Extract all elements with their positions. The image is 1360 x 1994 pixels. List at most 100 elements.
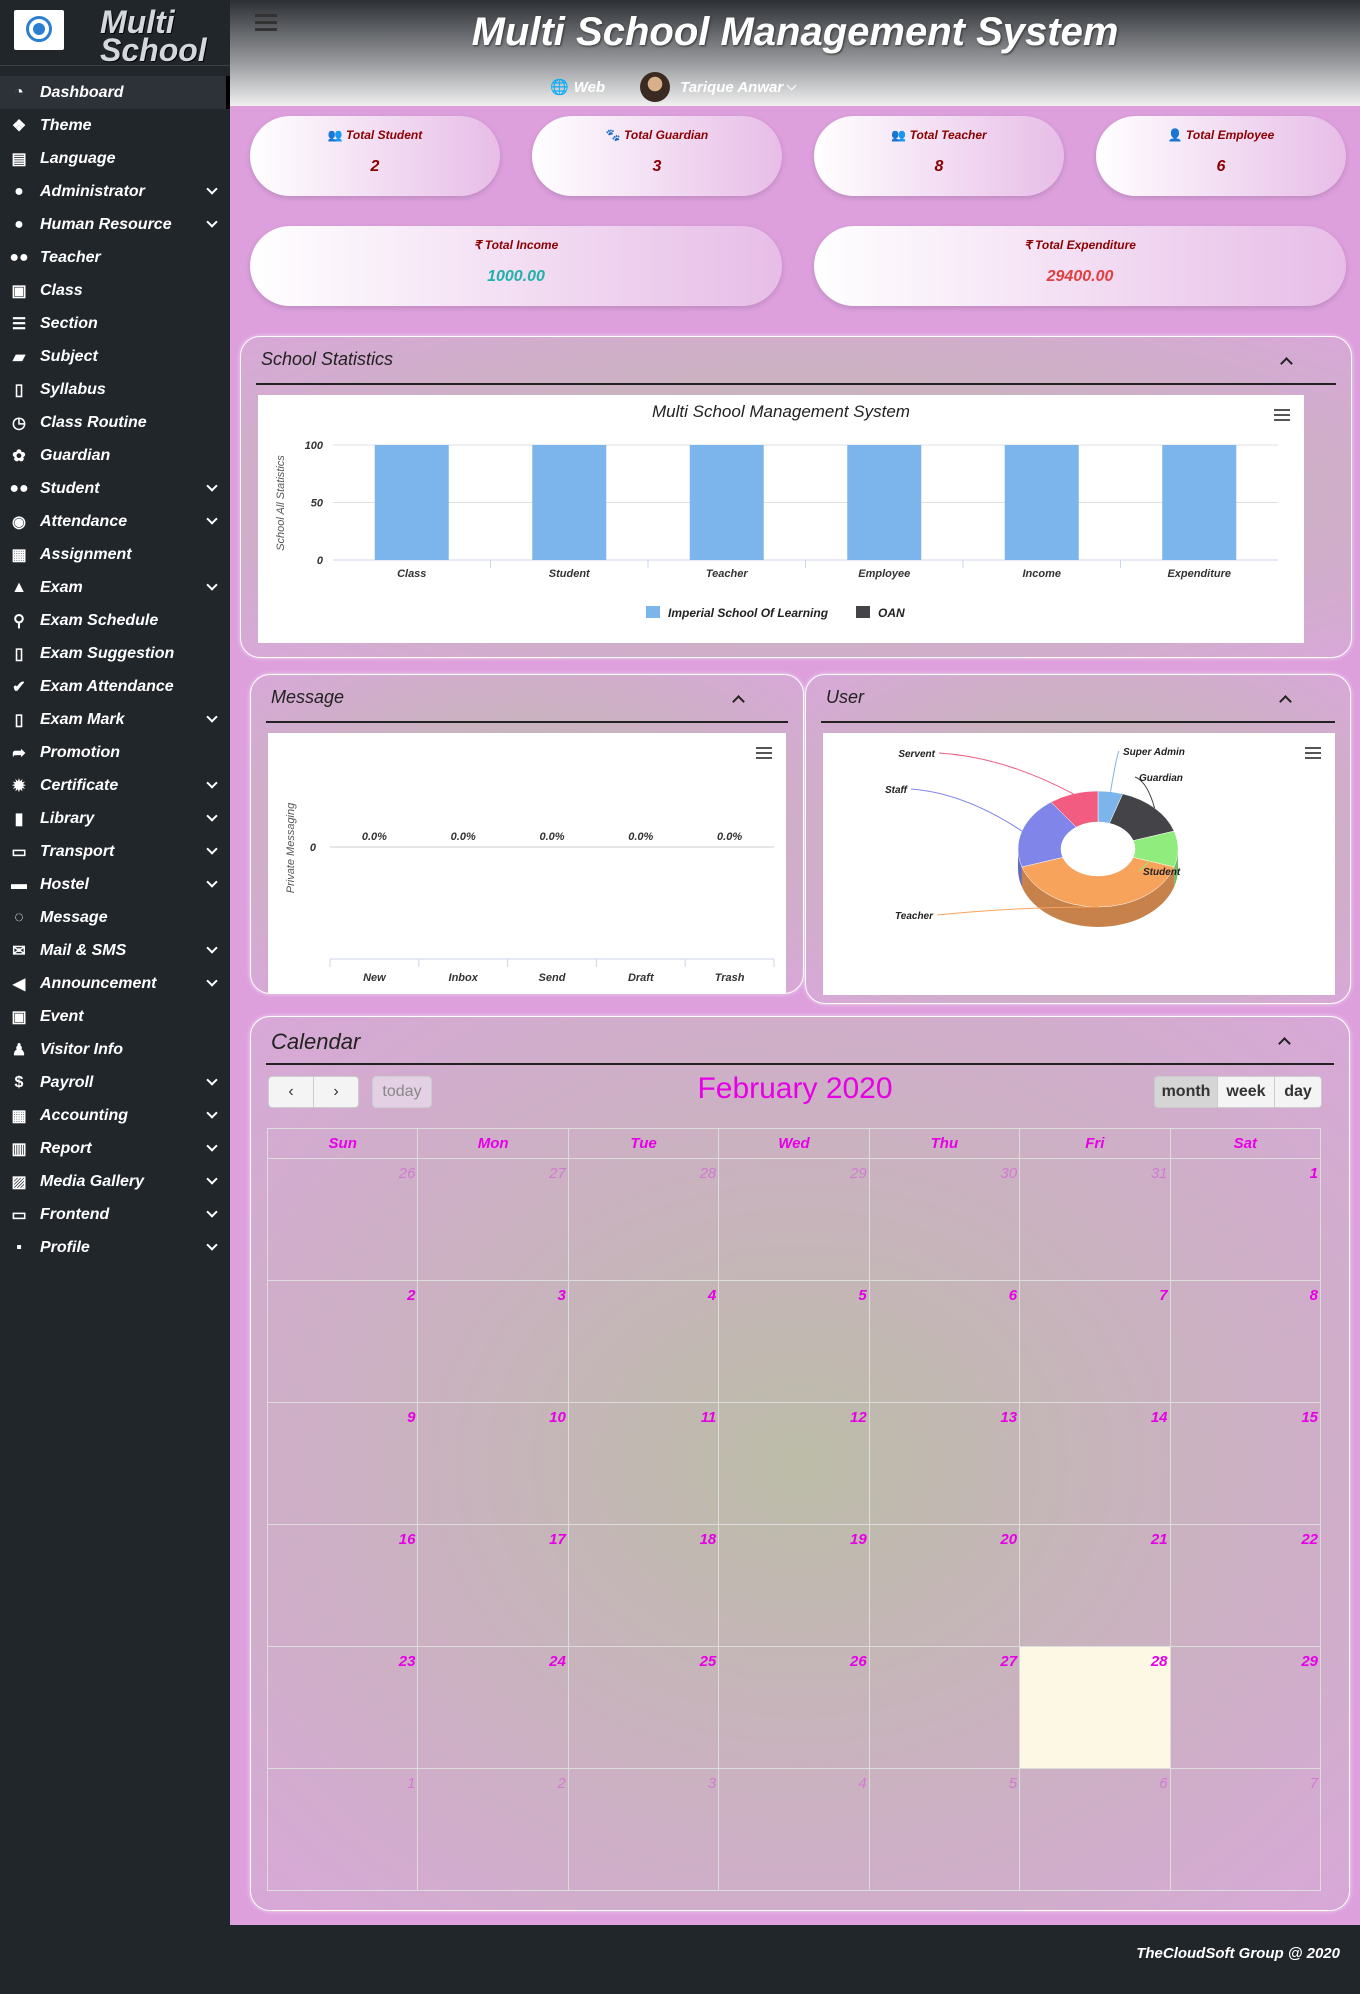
calendar-day-cell[interactable]: 6	[868, 1280, 1021, 1403]
calendar-day-cell[interactable]: 27	[417, 1158, 569, 1281]
legend-swatch[interactable]	[646, 606, 660, 618]
chevron-down-icon[interactable]	[206, 183, 218, 195]
calendar-day-cell[interactable]: 17	[417, 1524, 569, 1647]
sidebar-item-announcement[interactable]: ◀ Announcement	[0, 967, 230, 1000]
sidebar-item-mail-sms[interactable]: ✉ Mail & SMS	[0, 934, 230, 967]
calendar-day-cell[interactable]: 19	[718, 1524, 870, 1647]
calendar-day-cell[interactable]: 18	[567, 1524, 720, 1647]
bar[interactable]	[1004, 445, 1079, 560]
chevron-down-icon[interactable]	[206, 480, 218, 492]
sidebar-item-guardian[interactable]: ✿ Guardian	[0, 439, 230, 472]
chevron-down-icon[interactable]	[206, 975, 218, 987]
calendar-day-cell[interactable]: 29	[718, 1158, 870, 1281]
bar[interactable]	[532, 445, 607, 560]
sidebar-item-transport[interactable]: ▭ Transport	[0, 835, 230, 868]
sidebar-item-certificate[interactable]: ✹ Certificate	[0, 769, 230, 802]
chevron-down-icon[interactable]	[206, 1173, 218, 1185]
sidebar-item-hostel[interactable]: ▬ Hostel	[0, 868, 230, 901]
chevron-down-icon[interactable]	[206, 513, 218, 525]
collapse-icon[interactable]	[1279, 695, 1292, 708]
bar[interactable]	[1162, 445, 1237, 560]
chevron-down-icon[interactable]	[206, 843, 218, 855]
sidebar-item-syllabus[interactable]: ▯ Syllabus	[0, 373, 230, 406]
chevron-down-icon[interactable]	[206, 1239, 218, 1251]
calendar-day-cell[interactable]: 5	[868, 1768, 1021, 1891]
sidebar-item-subject[interactable]: ▰ Subject	[0, 340, 230, 373]
sidebar-item-class[interactable]: ▣ Class	[0, 274, 230, 307]
calendar-day-cell[interactable]: 9	[266, 1402, 419, 1525]
chevron-down-icon[interactable]	[206, 1140, 218, 1152]
chevron-down-icon[interactable]	[206, 942, 218, 954]
sidebar-item-library[interactable]: ▮ Library	[0, 802, 230, 835]
chevron-down-icon[interactable]	[206, 216, 218, 228]
sidebar-item-exam-mark[interactable]: ▯ Exam Mark	[0, 703, 230, 736]
chevron-down-icon[interactable]	[786, 80, 797, 90]
sidebar-item-promotion[interactable]: ➦ Promotion	[0, 736, 230, 769]
calendar-day-cell[interactable]: 6	[1019, 1768, 1171, 1891]
calendar-day-cell[interactable]: 31	[1019, 1158, 1171, 1281]
sidebar-item-message[interactable]: ◌ Message	[0, 901, 230, 934]
calendar-day-cell[interactable]: 3	[417, 1280, 569, 1403]
calendar-view-day[interactable]: day	[1274, 1076, 1322, 1108]
calendar-day-cell[interactable]: 29	[1169, 1646, 1322, 1769]
sidebar-item-section[interactable]: ☰ Section	[0, 307, 230, 340]
calendar-view-month[interactable]: month	[1154, 1076, 1218, 1108]
legend-swatch[interactable]	[856, 606, 870, 618]
calendar-day-cell[interactable]: 27	[868, 1646, 1021, 1769]
chevron-down-icon[interactable]	[206, 777, 218, 789]
calendar-day-cell[interactable]: 14	[1019, 1402, 1171, 1525]
sidebar-item-exam-suggestion[interactable]: ▯ Exam Suggestion	[0, 637, 230, 670]
calendar-day-cell[interactable]: 11	[567, 1402, 720, 1525]
calendar-view-week[interactable]: week	[1217, 1076, 1275, 1108]
calendar-day-cell[interactable]: 12	[718, 1402, 870, 1525]
calendar-day-cell[interactable]: 15	[1169, 1402, 1322, 1525]
sidebar-item-student[interactable]: ●● Student	[0, 472, 230, 505]
avatar[interactable]	[640, 72, 671, 102]
calendar-day-cell[interactable]: 28	[567, 1158, 720, 1281]
sidebar-item-dashboard[interactable]: ◔ Dashboard	[0, 76, 230, 109]
calendar-day-cell[interactable]: 20	[868, 1524, 1021, 1647]
chevron-down-icon[interactable]	[206, 810, 218, 822]
collapse-icon[interactable]	[1278, 1037, 1291, 1050]
sidebar-item-exam[interactable]: ▲ Exam	[0, 571, 230, 604]
sidebar-item-exam-schedule[interactable]: ⚲ Exam Schedule	[0, 604, 230, 637]
calendar-day-cell[interactable]: 28	[1019, 1646, 1171, 1769]
chevron-down-icon[interactable]	[206, 1206, 218, 1218]
sidebar-item-profile[interactable]: ▪ Profile	[0, 1231, 230, 1264]
calendar-day-cell[interactable]: 16	[266, 1524, 419, 1647]
chevron-down-icon[interactable]	[206, 1107, 218, 1119]
sidebar-item-language[interactable]: ▤ Language	[0, 142, 230, 175]
calendar-day-cell[interactable]: 1	[1169, 1158, 1322, 1281]
legend-label[interactable]: OAN	[878, 606, 905, 620]
calendar-day-cell[interactable]: 26	[266, 1158, 419, 1281]
calendar-day-cell[interactable]: 8	[1169, 1280, 1322, 1403]
web-link[interactable]: Web	[574, 79, 605, 96]
sidebar-item-attendance[interactable]: ◉ Attendance	[0, 505, 230, 538]
bar[interactable]	[689, 445, 764, 560]
sidebar-item-event[interactable]: ▣ Event	[0, 1000, 230, 1033]
calendar-day-cell[interactable]: 23	[266, 1646, 419, 1769]
sidebar-item-visitor-info[interactable]: ♟ Visitor Info	[0, 1033, 230, 1066]
sidebar-item-report[interactable]: ▥ Report	[0, 1132, 230, 1165]
calendar-day-cell[interactable]: 22	[1169, 1524, 1322, 1647]
sidebar-item-human-resource[interactable]: ● Human Resource	[0, 208, 230, 241]
calendar-day-cell[interactable]: 10	[417, 1402, 569, 1525]
collapse-icon[interactable]	[732, 695, 745, 708]
bar[interactable]	[847, 445, 922, 560]
calendar-day-cell[interactable]: 4	[567, 1280, 720, 1403]
sidebar-item-class-routine[interactable]: ◷ Class Routine	[0, 406, 230, 439]
sidebar-item-teacher[interactable]: ●● Teacher	[0, 241, 230, 274]
collapse-icon[interactable]	[1280, 357, 1293, 370]
sidebar-item-payroll[interactable]: $ Payroll	[0, 1066, 230, 1099]
calendar-day-cell[interactable]: 24	[417, 1646, 569, 1769]
calendar-day-cell[interactable]: 13	[868, 1402, 1021, 1525]
calendar-day-cell[interactable]: 2	[417, 1768, 569, 1891]
calendar-day-cell[interactable]: 30	[868, 1158, 1021, 1281]
logo-area[interactable]: Multi School	[0, 0, 230, 66]
calendar-day-cell[interactable]: 7	[1169, 1768, 1322, 1891]
sidebar-item-theme[interactable]: ❖ Theme	[0, 109, 230, 142]
chevron-down-icon[interactable]	[206, 711, 218, 723]
chevron-down-icon[interactable]	[206, 876, 218, 888]
bar[interactable]	[374, 445, 449, 560]
chart-menu-icon[interactable]	[1305, 747, 1321, 762]
